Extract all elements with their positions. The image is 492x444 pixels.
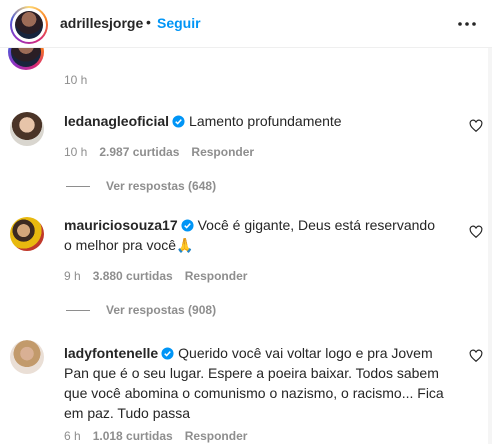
view-replies-label: Ver respostas (648) <box>106 179 217 193</box>
reply-button[interactable]: Responder <box>191 145 254 159</box>
comment-meta: 9 h 3.880 curtidas Responder <box>64 269 259 283</box>
heart-icon[interactable] <box>469 119 483 133</box>
avatar[interactable] <box>10 217 44 251</box>
comment-time: 10 h <box>64 145 88 159</box>
comment-body: mauriciosouza17 Você é gigante, Deus está… <box>64 215 444 255</box>
comment-text: Lamento profundamente <box>189 113 342 129</box>
view-replies-button[interactable]: Ver respostas (648) <box>66 179 216 193</box>
comment-body: ledanagleoficial Lamento profundamente <box>64 111 446 131</box>
comment-meta: 6 h 1.018 curtidas Responder <box>64 429 259 443</box>
author-username[interactable]: adrillesjorge <box>60 15 143 31</box>
like-count[interactable]: 3.880 curtidas <box>93 269 173 283</box>
comment-username[interactable]: ledanagleoficial <box>64 113 169 129</box>
comment-time: 9 h <box>64 269 81 283</box>
avatar[interactable] <box>10 112 44 146</box>
author-avatar[interactable] <box>10 6 48 44</box>
view-replies-button[interactable]: Ver respostas (908) <box>66 303 216 317</box>
author-caption-avatar[interactable] <box>8 48 44 70</box>
comment-time: 6 h <box>64 429 81 443</box>
reply-button[interactable]: Responder <box>185 429 248 443</box>
more-options-icon[interactable] <box>456 14 478 34</box>
verified-badge-icon <box>172 115 185 128</box>
verified-badge-icon <box>181 219 194 232</box>
verified-badge-icon <box>161 347 174 360</box>
view-replies-label: Ver respostas (908) <box>106 303 217 317</box>
separator-dot: • <box>146 14 151 30</box>
comment-meta: 10 h 2.987 curtidas Responder <box>64 145 266 159</box>
comment-body: ladyfontenelle Querido você vai voltar lo… <box>64 343 454 423</box>
like-count[interactable]: 1.018 curtidas <box>93 429 173 443</box>
follow-button[interactable]: Seguir <box>157 15 201 31</box>
reply-button[interactable]: Responder <box>185 269 248 283</box>
heart-icon[interactable] <box>469 225 483 239</box>
heart-icon[interactable] <box>469 349 483 363</box>
caption-time: 10 h <box>64 73 88 87</box>
comment-username[interactable]: ladyfontenelle <box>64 345 158 361</box>
like-count[interactable]: 2.987 curtidas <box>99 145 179 159</box>
post-header: adrillesjorge • Seguir <box>0 0 492 48</box>
scrollbar[interactable] <box>488 48 492 444</box>
avatar[interactable] <box>10 340 44 374</box>
comment-username[interactable]: mauriciosouza17 <box>64 217 178 233</box>
